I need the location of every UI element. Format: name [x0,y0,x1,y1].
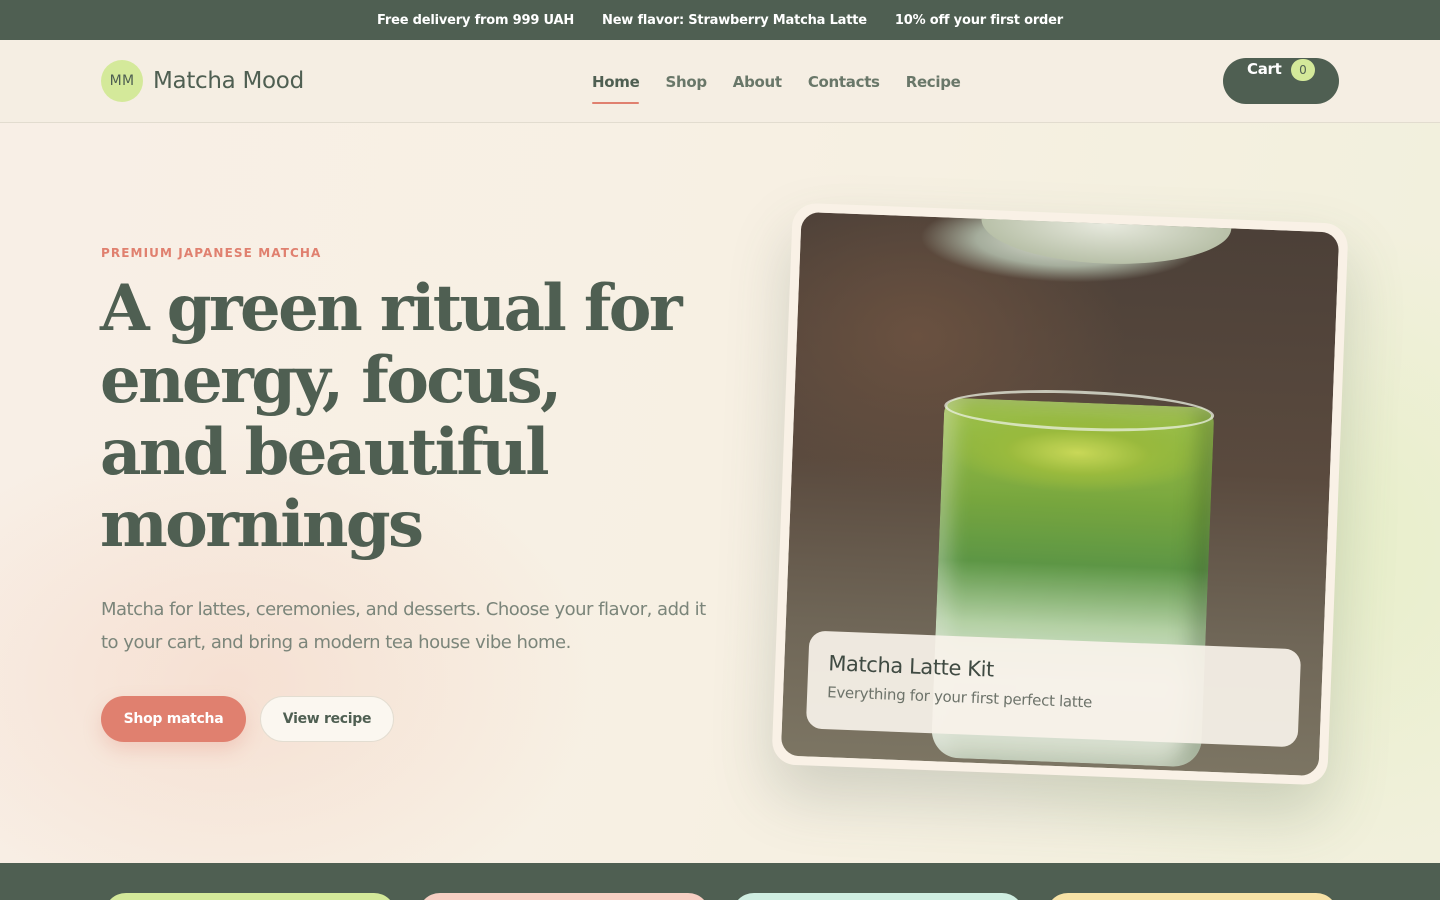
product-photo-card[interactable]: Matcha Latte Kit Everything for your fir… [771,202,1349,786]
cart-count-badge: 0 [1291,59,1315,81]
hero-headline-line: and beautiful [100,415,550,490]
brand-mark: MM [101,59,143,102]
hero-subtext: Matcha for lattes, ceremonies, and desse… [101,599,706,653]
hero-section: PREMIUM JAPANESE MATCHA A green ritual f… [0,123,1440,863]
nav-link-home[interactable]: Home [592,69,640,104]
nav-link-contacts[interactable]: Contacts [808,69,880,95]
categories-band [0,863,1440,900]
hero-headline-line: energy, focus, [100,343,562,418]
brand-name: Matcha Mood [153,67,304,94]
matcha-bowl-shape [979,211,1233,269]
main-nav: Home Shop About Contacts Recipe [592,40,961,123]
matcha-latte-photo: Matcha Latte Kit Everything for your fir… [780,211,1340,777]
category-card[interactable] [418,893,710,900]
site-header: MM Matcha Mood Home Shop About Contacts … [0,40,1440,123]
announcement-bar: Free delivery from 999 UAH New flavor: S… [0,0,1440,40]
cart-button[interactable]: Cart 0 [1223,58,1339,104]
hero-headline: A green ritual for energy, focus, and be… [100,273,740,561]
product-caption: Matcha Latte Kit Everything for your fir… [805,630,1302,748]
nav-link-about[interactable]: About [733,69,782,95]
nav-link-recipe[interactable]: Recipe [906,69,961,95]
category-card[interactable] [732,893,1024,900]
category-card[interactable] [1046,893,1338,900]
nav-link-shop[interactable]: Shop [665,69,707,95]
announcement-discount: 10% off your first order [894,12,1063,28]
announcement-new-flavor: New flavor: Strawberry Matcha Latte [602,12,867,28]
hero-headline-line: mornings [100,487,424,562]
shop-matcha-button[interactable]: Shop matcha [101,696,246,742]
brand-logo-link[interactable]: MM Matcha Mood [101,59,304,102]
hero-eyebrow: PREMIUM JAPANESE MATCHA [101,246,322,260]
cart-label: Cart [1247,60,1282,78]
category-card[interactable] [104,893,396,900]
view-recipe-button[interactable]: View recipe [260,696,394,742]
hero-headline-line: A green ritual for [100,271,683,346]
announcement-free-delivery: Free delivery from 999 UAH [377,12,575,28]
